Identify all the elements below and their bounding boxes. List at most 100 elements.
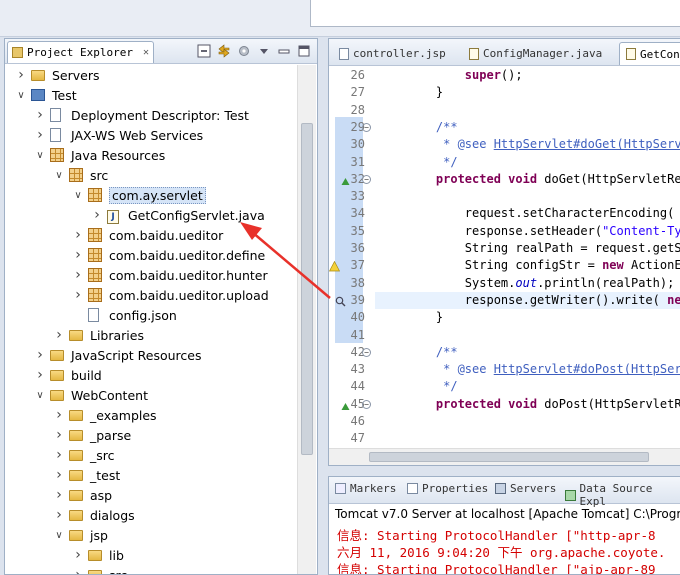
code-line[interactable]: 40 } — [329, 309, 680, 326]
java-file-icon — [469, 47, 479, 60]
chevron-down-icon[interactable]: ∨ — [53, 169, 65, 181]
tree-item[interactable]: › Servers — [15, 65, 99, 85]
code-line[interactable]: 38 System.out.println(realPath); — [329, 275, 680, 292]
tab-getconfigservlet[interactable]: GetCon — [619, 42, 680, 65]
tree-item[interactable]: › com.baidu.ueditor — [72, 225, 223, 245]
tree-item[interactable]: ∨ Java Resources — [34, 145, 165, 165]
chevron-right-icon[interactable]: › — [53, 447, 65, 463]
code-line[interactable]: 26 super(); — [329, 67, 680, 84]
chevron-right-icon[interactable]: › — [53, 507, 65, 523]
chevron-right-icon[interactable]: › — [34, 347, 46, 363]
tree-item[interactable]: › _src — [53, 445, 114, 465]
chevron-right-icon[interactable]: › — [72, 567, 84, 574]
chevron-down-icon[interactable]: ∨ — [72, 189, 84, 201]
code-line[interactable]: 36 String realPath = request.getS — [329, 240, 680, 257]
tab-markers[interactable]: Markers — [335, 482, 396, 495]
chevron-down-icon[interactable]: ∨ — [53, 529, 65, 541]
code-line[interactable]: 34 request.setCharacterEncoding( — [329, 205, 680, 222]
code-line[interactable]: 33 — [329, 188, 680, 205]
tree-item[interactable]: › _parse — [53, 425, 131, 445]
chevron-down-icon[interactable]: ∨ — [34, 149, 46, 161]
tree-item[interactable]: › Libraries — [53, 325, 144, 345]
chevron-right-icon[interactable]: › — [53, 427, 65, 443]
code-line[interactable]: 37 String configStr = new ActionE — [329, 257, 680, 274]
fold-toggle-icon[interactable]: − — [362, 347, 371, 357]
tree-item[interactable]: ∨ jsp — [53, 525, 108, 545]
tab-project-explorer[interactable]: Project Explorer ✕ — [7, 41, 154, 63]
tree-item[interactable]: › _examples — [53, 405, 156, 425]
tree-item[interactable]: config.json — [72, 305, 177, 325]
scrollbar-thumb[interactable] — [301, 123, 313, 455]
chevron-right-icon[interactable]: › — [72, 227, 84, 243]
link-with-editor-icon[interactable] — [217, 43, 231, 58]
tab-data-source-explorer[interactable]: Data Source Expl — [565, 482, 680, 508]
tree-item[interactable]: › J GetConfigServlet.java — [91, 205, 265, 225]
chevron-down-icon[interactable]: ∨ — [15, 89, 27, 101]
code-line[interactable]: 43 * @see HttpServlet#doPost(HttpSer — [329, 361, 680, 378]
code-line[interactable]: 31 */ — [329, 154, 680, 171]
chevron-right-icon[interactable]: › — [15, 67, 27, 83]
close-icon[interactable]: ✕ — [143, 42, 149, 63]
tab-label: Data Source Expl — [579, 482, 653, 508]
chevron-right-icon[interactable]: › — [53, 407, 65, 423]
tree-item[interactable]: ∨ WebContent — [34, 385, 148, 405]
chevron-right-icon[interactable]: › — [91, 207, 103, 223]
code-line[interactable]: 45− protected void doPost(HttpServletRe — [329, 396, 680, 413]
code-line[interactable]: 44 */ — [329, 378, 680, 395]
code-line[interactable]: 47 — [329, 430, 680, 447]
code-line[interactable]: 35 response.setHeader("Content-Ty — [329, 223, 680, 240]
minimize-icon[interactable] — [277, 43, 291, 57]
explorer-vertical-scrollbar[interactable] — [297, 65, 316, 574]
scrollbar-thumb[interactable] — [369, 452, 649, 462]
tree-item[interactable]: ∨ src — [53, 165, 108, 185]
tree-item[interactable]: › JavaScript Resources — [34, 345, 201, 365]
fold-toggle-icon[interactable]: − — [362, 399, 371, 409]
editor-horizontal-scrollbar[interactable] — [329, 448, 680, 465]
chevron-right-icon[interactable]: › — [72, 547, 84, 563]
code-line[interactable]: 46 — [329, 413, 680, 430]
chevron-right-icon[interactable]: › — [53, 487, 65, 503]
tab-controller-jsp[interactable]: controller.jsp — [333, 42, 452, 65]
tree-item[interactable]: › _test — [53, 465, 120, 485]
tab-properties[interactable]: Properties — [407, 482, 488, 495]
code-line[interactable]: 39 response.getWriter().write( ne — [335, 291, 680, 309]
chevron-right-icon[interactable]: › — [72, 287, 84, 303]
code-line[interactable]: 42− /** — [329, 344, 680, 361]
tree-item[interactable]: › com.baidu.ueditor.define — [72, 245, 265, 265]
tree-item[interactable]: › lib — [72, 545, 124, 565]
tab-servers[interactable]: Servers — [495, 482, 556, 495]
code-line[interactable]: 28 — [329, 102, 680, 119]
chevron-right-icon[interactable]: › — [53, 327, 65, 343]
chevron-right-icon[interactable]: › — [53, 467, 65, 483]
tree-item[interactable]: › build — [34, 365, 102, 385]
code-text: */ — [407, 379, 458, 394]
code-line[interactable]: 29− /** — [329, 119, 680, 136]
chevron-right-icon[interactable]: › — [34, 107, 46, 123]
code-line[interactable]: 30 * @see HttpServlet#doGet(HttpServ — [329, 136, 680, 153]
tree-item[interactable]: ∨ Test — [15, 85, 76, 105]
tree-item[interactable]: › asp — [53, 485, 112, 505]
chevron-right-icon[interactable]: › — [72, 247, 84, 263]
fold-toggle-icon[interactable]: − — [362, 174, 371, 184]
tree-item[interactable]: › Deployment Descriptor: Test — [34, 105, 249, 125]
tree-item[interactable]: › com.baidu.ueditor.upload — [72, 285, 269, 305]
tree-item[interactable]: › JAX-WS Web Services — [34, 125, 203, 145]
tree-item[interactable]: › src — [72, 565, 127, 574]
chevron-right-icon[interactable]: › — [34, 127, 46, 143]
project-explorer-icon — [12, 47, 23, 58]
code-line[interactable]: 27 } — [329, 84, 680, 101]
chevron-right-icon[interactable]: › — [34, 367, 46, 383]
tree-item[interactable]: › com.baidu.ueditor.hunter — [72, 265, 267, 285]
maximize-icon[interactable] — [297, 43, 311, 57]
chevron-right-icon[interactable]: › — [72, 267, 84, 283]
fold-toggle-icon[interactable]: − — [362, 122, 371, 132]
tree-item[interactable]: ∨ com.ay.servlet — [72, 185, 206, 205]
tree-item[interactable]: › dialogs — [53, 505, 134, 525]
chevron-down-icon[interactable]: ∨ — [34, 389, 46, 401]
tab-configmanager-java[interactable]: ConfigManager.java — [463, 42, 608, 65]
collapse-all-icon[interactable] — [197, 43, 211, 58]
gear-icon[interactable] — [237, 43, 251, 57]
code-line[interactable]: 41 — [329, 327, 680, 344]
code-line[interactable]: 32− protected void doGet(HttpServletRe — [329, 171, 680, 188]
view-menu-icon[interactable] — [257, 43, 271, 57]
